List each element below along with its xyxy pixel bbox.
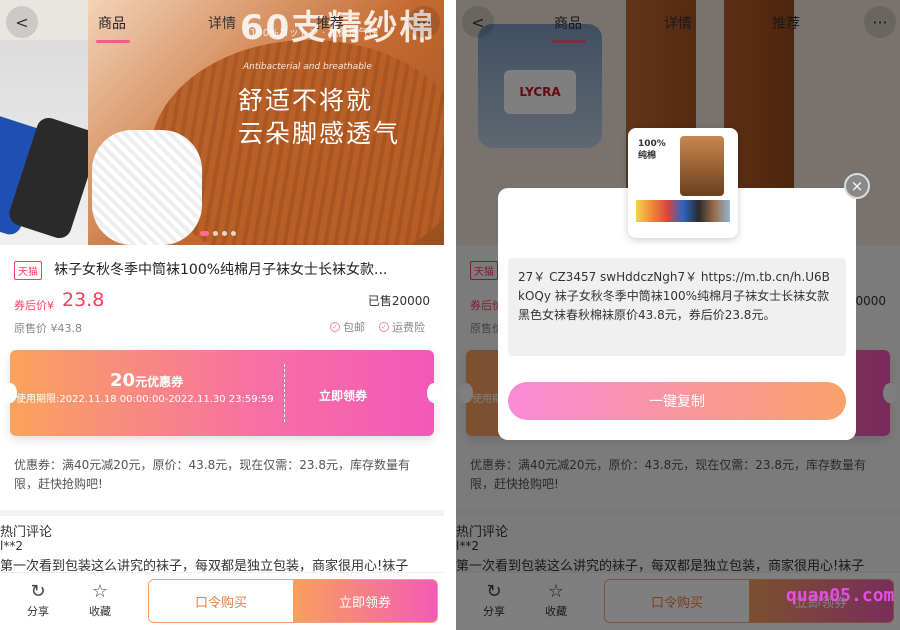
slogan-line-1: 舒适不将就: [238, 86, 374, 115]
watermark: quan05.com: [786, 585, 895, 606]
coupon-description: 优惠券：满40元减20元，原价：43.8元，现在仅需：23.8元，库存数量有限，…: [14, 458, 410, 491]
slogan-line-2: 云朵脚感透气: [238, 119, 401, 148]
tab-recommend[interactable]: 推荐: [316, 13, 344, 33]
copy-modal-screen: LYCRA < 商品 详情 推荐 ··· 天猫 袜子女秋冬季中筒袜100%纯棉月…: [456, 0, 900, 630]
thumbnail-sock-image: [680, 136, 724, 196]
product-screen: 60支精纱棉 100%コットン · 抗菌透气性 Antibacterial an…: [0, 0, 444, 630]
close-icon: ×: [850, 177, 864, 195]
coupon-validity: 使用期限:2022.11.18 00:00:00-2022.11.30 23:5…: [16, 394, 274, 405]
tab-details[interactable]: 详情: [208, 13, 236, 33]
carousel-dot[interactable]: [231, 231, 236, 236]
hot-comments-header: 热门评论: [0, 525, 53, 540]
thumbnail-text: 100%纯棉: [638, 139, 666, 161]
price-label: 券后价¥: [14, 299, 54, 312]
sold-count: 已售20000: [367, 294, 430, 308]
original-price: 原售价 ¥43.8: [14, 322, 82, 335]
share-code-text[interactable]: 27￥ CZ3457 swHddczNgh7￥ https://m.tb.cn/…: [508, 258, 846, 356]
tab-goods[interactable]: 商品: [98, 13, 126, 33]
copy-button[interactable]: 一键复制: [508, 382, 846, 420]
carousel-indicator[interactable]: [200, 231, 236, 236]
check-icon: ✓: [379, 322, 389, 332]
close-modal-button[interactable]: ×: [844, 173, 870, 199]
claim-coupon-button[interactable]: 立即领券: [319, 387, 367, 404]
coupon-notch-left: [3, 383, 17, 403]
password-buy-button[interactable]: 口令购买: [149, 580, 293, 622]
shipping-label: 包邮: [343, 321, 365, 334]
more-button[interactable]: ···: [408, 6, 440, 38]
bottom-action-bar: ↻ 分享 ☆ 收藏 口令购买 立即领券: [0, 572, 444, 630]
comment-username: l**2: [0, 539, 23, 553]
tmall-badge: 天猫: [14, 261, 42, 280]
favorite-label: 收藏: [89, 605, 111, 618]
shipping-tag: ✓ 包邮: [330, 319, 365, 335]
coupon-amount: 20元优惠券: [110, 370, 183, 391]
screen-gap: [444, 0, 456, 630]
buy-actions: 口令购买 立即领券: [148, 579, 438, 623]
active-tab-indicator: [96, 40, 130, 43]
share-icon: ↻: [30, 581, 46, 602]
coupon-price: 23.8: [62, 289, 105, 311]
thumbnail-color-socks: [636, 200, 730, 222]
share-label: 分享: [27, 605, 49, 618]
back-icon: <: [15, 12, 29, 32]
hero-slogan: 舒适不将就 云朵脚感透气: [238, 84, 400, 150]
hero-english-tagline: Antibacterial and breathable: [243, 62, 372, 72]
coupon-notch-right: [427, 383, 441, 403]
carousel-dot[interactable]: [222, 231, 227, 236]
insurance-tag: ✓ 运费险: [379, 319, 425, 335]
carousel-dot[interactable]: [213, 231, 218, 236]
share-button[interactable]: ↻ 分享: [18, 581, 58, 619]
coupon-amount-suffix: 元优惠券: [135, 375, 184, 389]
product-title: 袜子女秋冬季中筒袜100%纯棉月子袜女士长袜女款...: [54, 262, 388, 278]
product-thumbnail: 100%纯棉: [628, 128, 738, 238]
cloud-texture-image: [92, 130, 202, 245]
section-divider: [0, 510, 444, 516]
back-button[interactable]: <: [6, 6, 38, 38]
more-icon: ···: [416, 12, 432, 32]
star-icon: ☆: [91, 581, 109, 602]
insurance-label: 运费险: [392, 321, 425, 334]
check-icon: ✓: [330, 322, 340, 332]
top-nav: < 商品 详情 推荐 ···: [0, 0, 444, 44]
coupon-amount-value: 20: [110, 370, 136, 391]
claim-coupon-bottom-button[interactable]: 立即领券: [293, 580, 437, 622]
carousel-dot-active[interactable]: [200, 231, 209, 236]
favorite-button[interactable]: ☆ 收藏: [80, 581, 120, 619]
coupon-divider: [284, 364, 285, 422]
coupon-card[interactable]: 20元优惠券 使用期限:2022.11.18 00:00:00-2022.11.…: [3, 350, 441, 436]
